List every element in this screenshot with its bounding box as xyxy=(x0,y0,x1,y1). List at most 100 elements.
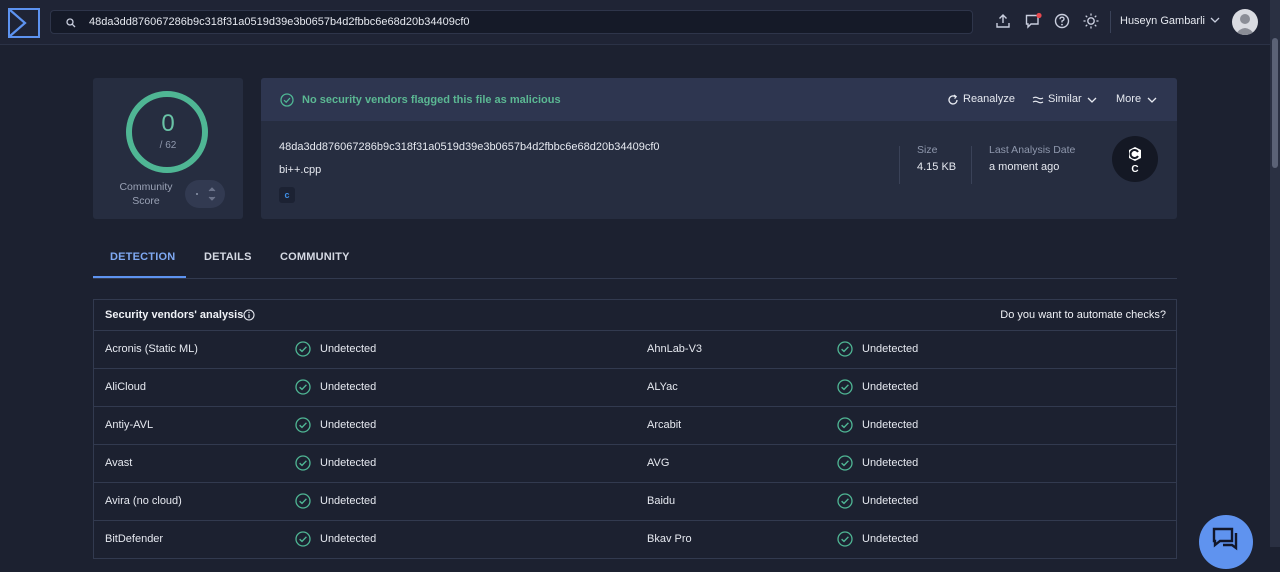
vendors-analysis-panel: Security vendors' analysis Do you want t… xyxy=(93,299,1177,559)
reanalyze-button[interactable]: Reanalyze xyxy=(963,93,1015,105)
search-box[interactable] xyxy=(50,10,973,34)
vendor-row: BitDefender Undetected Bkav Pro Undetected xyxy=(94,520,1176,559)
active-tab-indicator xyxy=(93,276,186,278)
check-circle-icon xyxy=(837,493,853,509)
check-circle-icon xyxy=(295,417,311,433)
panel-title: Security vendors' analysis xyxy=(105,309,244,321)
vendor-name: Antiy-AVL xyxy=(105,419,154,431)
vendor-result: Undetected xyxy=(320,419,377,431)
detection-total: / 62 xyxy=(159,140,177,151)
vendor-name: Avira (no cloud) xyxy=(105,495,182,507)
tab-community[interactable]: COMMUNITY xyxy=(280,251,350,263)
filetype-letter: C xyxy=(1131,164,1138,175)
vendor-name: AhnLab-V3 xyxy=(647,343,703,355)
divider xyxy=(971,146,972,184)
top-bar: Huseyn Gambarli xyxy=(0,0,1270,45)
help-icon[interactable] xyxy=(1053,12,1071,30)
automate-checks-link[interactable]: Do you want to automate checks? xyxy=(1000,309,1166,321)
community-label-line1: Community xyxy=(119,181,173,193)
avatar-user-icon xyxy=(1235,14,1255,35)
divider xyxy=(899,146,900,184)
vendor-result: Undetected xyxy=(862,343,919,355)
chevron-down-icon[interactable] xyxy=(1146,94,1158,106)
vendor-result: Undetected xyxy=(862,495,919,507)
last-analysis-label: Last Analysis Date xyxy=(989,144,1076,156)
vendor-name: BitDefender xyxy=(105,533,164,545)
info-icon[interactable] xyxy=(243,309,255,321)
search-icon xyxy=(66,18,76,28)
vendor-name: Acronis (Static ML) xyxy=(105,343,198,355)
check-circle-icon xyxy=(295,379,311,395)
check-circle-icon xyxy=(837,455,853,471)
last-analysis-value: a moment ago xyxy=(989,161,1060,173)
chevron-down-icon[interactable] xyxy=(1086,94,1098,106)
panel-header: Security vendors' analysis Do you want t… xyxy=(94,300,1176,331)
score-card: 0 / 62 Community Score xyxy=(93,78,243,219)
theme-toggle-icon[interactable] xyxy=(1082,12,1100,30)
vendor-name: Bkav Pro xyxy=(647,533,692,545)
avatar[interactable] xyxy=(1232,9,1258,35)
scrollbar-thumb[interactable] xyxy=(1272,38,1278,168)
vendor-row: Antiy-AVL Undetected Arcabit Undetected xyxy=(94,406,1176,445)
vendor-result: Undetected xyxy=(862,533,919,545)
file-tag[interactable]: c xyxy=(279,187,295,203)
community-vote-control[interactable] xyxy=(185,180,225,208)
vendor-result: Undetected xyxy=(320,533,377,545)
filetype-badge: C xyxy=(1112,136,1158,182)
vendor-name: Baidu xyxy=(647,495,676,507)
size-value: 4.15 KB xyxy=(917,161,957,173)
file-status-bar: No security vendors flagged this file as… xyxy=(261,78,1177,121)
vendor-row: AliCloud Undetected ALYac Undetected xyxy=(94,368,1176,407)
search-input[interactable] xyxy=(89,13,949,31)
vendor-result: Undetected xyxy=(862,419,919,431)
check-circle-icon xyxy=(837,417,853,433)
vendor-result: Undetected xyxy=(862,457,919,469)
upload-icon[interactable] xyxy=(994,12,1012,30)
status-message: No security vendors flagged this file as… xyxy=(302,94,561,106)
vendor-name: AVG xyxy=(647,457,670,469)
check-circle-icon xyxy=(280,93,294,107)
detection-score: 0 xyxy=(161,110,175,137)
check-circle-icon xyxy=(295,493,311,509)
vendor-name: Arcabit xyxy=(647,419,682,431)
check-circle-icon xyxy=(295,531,311,547)
vendor-result: Undetected xyxy=(320,457,377,469)
check-circle-icon xyxy=(837,379,853,395)
user-name[interactable]: Huseyn Gambarli xyxy=(1120,15,1205,27)
similar-button[interactable]: Similar xyxy=(1048,93,1082,105)
virustotal-logo-icon[interactable] xyxy=(8,8,40,38)
vendor-result: Undetected xyxy=(862,381,919,393)
vendor-row: Acronis (Static ML) Undetected AhnLab-V3 Un… xyxy=(94,330,1176,369)
tab-divider xyxy=(93,278,1177,279)
file-summary-card: No security vendors flagged this file as… xyxy=(261,78,1177,219)
refresh-icon[interactable] xyxy=(947,94,959,106)
size-label: Size xyxy=(917,144,938,156)
file-name: bi++.cpp xyxy=(279,164,322,176)
similar-icon[interactable] xyxy=(1032,94,1044,106)
vendor-name: Avast xyxy=(105,457,133,469)
check-circle-icon xyxy=(295,341,311,357)
community-label-line2: Score xyxy=(132,195,160,207)
vote-arrows-icon xyxy=(196,187,216,201)
check-circle-icon xyxy=(837,341,853,357)
vendor-name: AliCloud xyxy=(105,381,146,393)
divider xyxy=(1110,11,1111,33)
c-source-file-icon: C xyxy=(1129,147,1141,175)
check-circle-icon xyxy=(837,531,853,547)
check-circle-icon xyxy=(295,455,311,471)
tab-detection[interactable]: DETECTION xyxy=(110,251,175,263)
community-score-label: Community Score xyxy=(111,180,181,208)
vendor-row: Avast Undetected AVG Undetected xyxy=(94,444,1176,483)
vendor-result: Undetected xyxy=(320,343,377,355)
chat-button[interactable] xyxy=(1199,515,1253,569)
more-button[interactable]: More xyxy=(1116,93,1141,105)
vendor-result: Undetected xyxy=(320,495,377,507)
tab-details[interactable]: DETAILS xyxy=(204,251,252,263)
chat-icon xyxy=(1212,527,1238,551)
vendor-row: Avira (no cloud) Undetected Baidu Undetecte… xyxy=(94,482,1176,521)
notifications-icon[interactable] xyxy=(1024,12,1042,30)
chevron-down-icon[interactable] xyxy=(1210,16,1220,24)
vendor-name: ALYac xyxy=(647,381,678,393)
file-hash[interactable]: 48da3dd876067286b9c318f31a0519d39e3b0657… xyxy=(279,141,660,153)
vendor-result: Undetected xyxy=(320,381,377,393)
